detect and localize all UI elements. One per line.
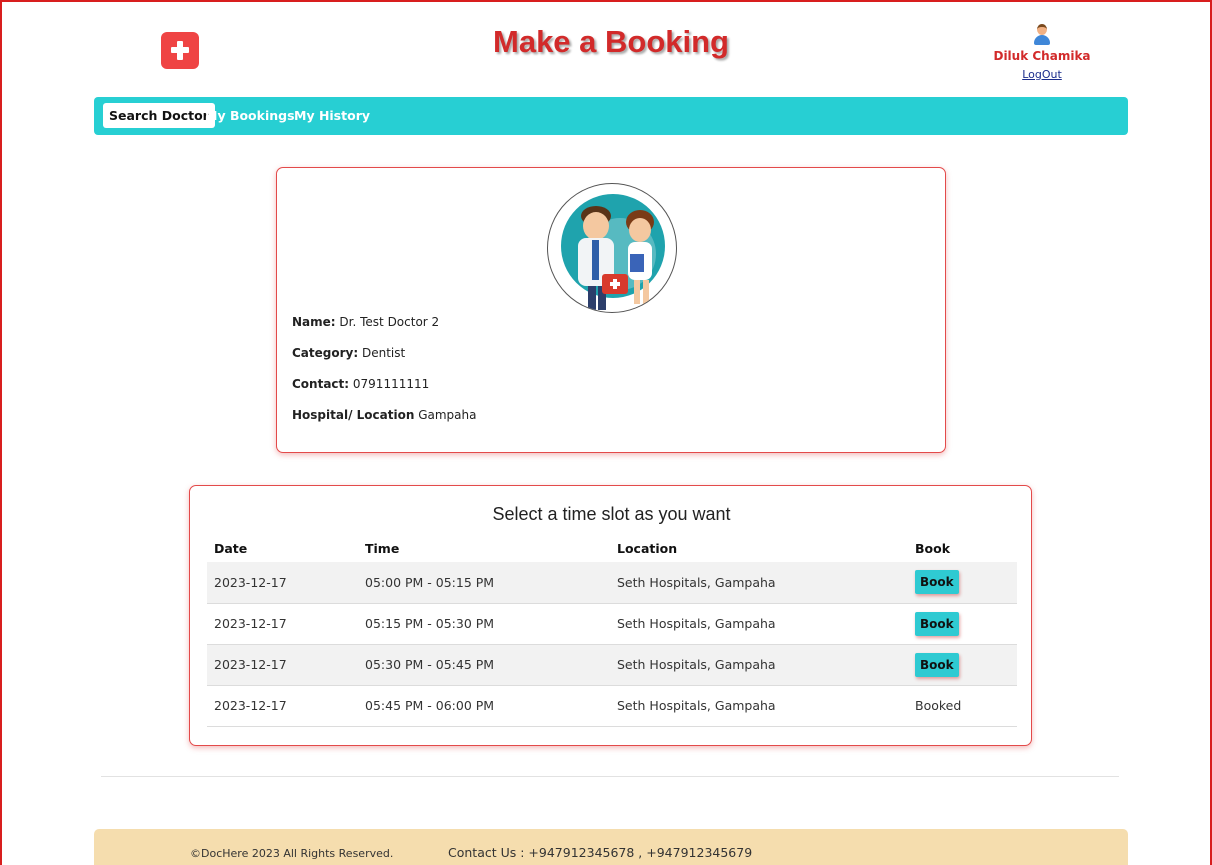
divider [101, 776, 1119, 777]
logout-link[interactable]: LogOut [1022, 68, 1062, 81]
doctor-name: Dr. Test Doctor 2 [339, 315, 440, 329]
doctors-illustration [547, 183, 677, 313]
doctor-contact-row: Contact: 0791111111 [292, 377, 430, 391]
table-row: 2023-12-17 05:00 PM - 05:15 PM Seth Hosp… [207, 562, 1017, 604]
book-button[interactable]: Book [915, 652, 959, 677]
doctor-category: Dentist [361, 346, 406, 360]
table-row: 2023-12-17 05:30 PM - 05:45 PM Seth Hosp… [207, 644, 1017, 686]
navbar: Search Doctor My Bookings My History [94, 97, 1128, 135]
slots-title: Select a time slot as you want [492, 504, 731, 524]
table-row: 2023-12-17 05:45 PM - 06:00 PM Seth Hosp… [207, 685, 1017, 727]
col-location: Location [617, 541, 678, 556]
doctor-location-row: Hospital/ Location Gampaha [292, 408, 477, 422]
footer: ©DocHere 2023 All Rights Reserved. Conta… [94, 829, 1128, 865]
footer-copyright: ©DocHere 2023 All Rights Reserved. [190, 847, 394, 860]
footer-contact: Contact Us : +947912345678 , +9479123456… [448, 845, 753, 860]
book-button[interactable]: Book [915, 611, 959, 636]
slots-table: Date Time Location Book 2023-12-17 05:00… [207, 535, 1017, 727]
doctor-card: Name: Dr. Test Doctor 2 Category: Dentis… [276, 167, 946, 453]
col-book: Book [915, 541, 951, 556]
doctor-location: Gampaha [418, 408, 477, 422]
nav-my-bookings[interactable]: My Bookings [199, 103, 301, 128]
user-avatar-icon [1033, 24, 1051, 46]
table-row: 2023-12-17 05:15 PM - 05:30 PM Seth Hosp… [207, 603, 1017, 645]
time-slots-card: Select a time slot as you want Date Time… [189, 485, 1032, 746]
nav-my-history[interactable]: My History [288, 103, 376, 128]
col-time: Time [365, 541, 400, 556]
user-block: Diluk Chamika LogOut [990, 24, 1094, 82]
doctor-name-row: Name: Dr. Test Doctor 2 [292, 315, 440, 329]
col-date: Date [214, 541, 248, 556]
doctor-category-row: Category: Dentist [292, 346, 406, 360]
book-button[interactable]: Book [915, 570, 959, 595]
user-name: Diluk Chamika [993, 49, 1091, 63]
booked-status: Booked [915, 698, 962, 713]
doctor-contact: 0791111111 [352, 377, 430, 391]
